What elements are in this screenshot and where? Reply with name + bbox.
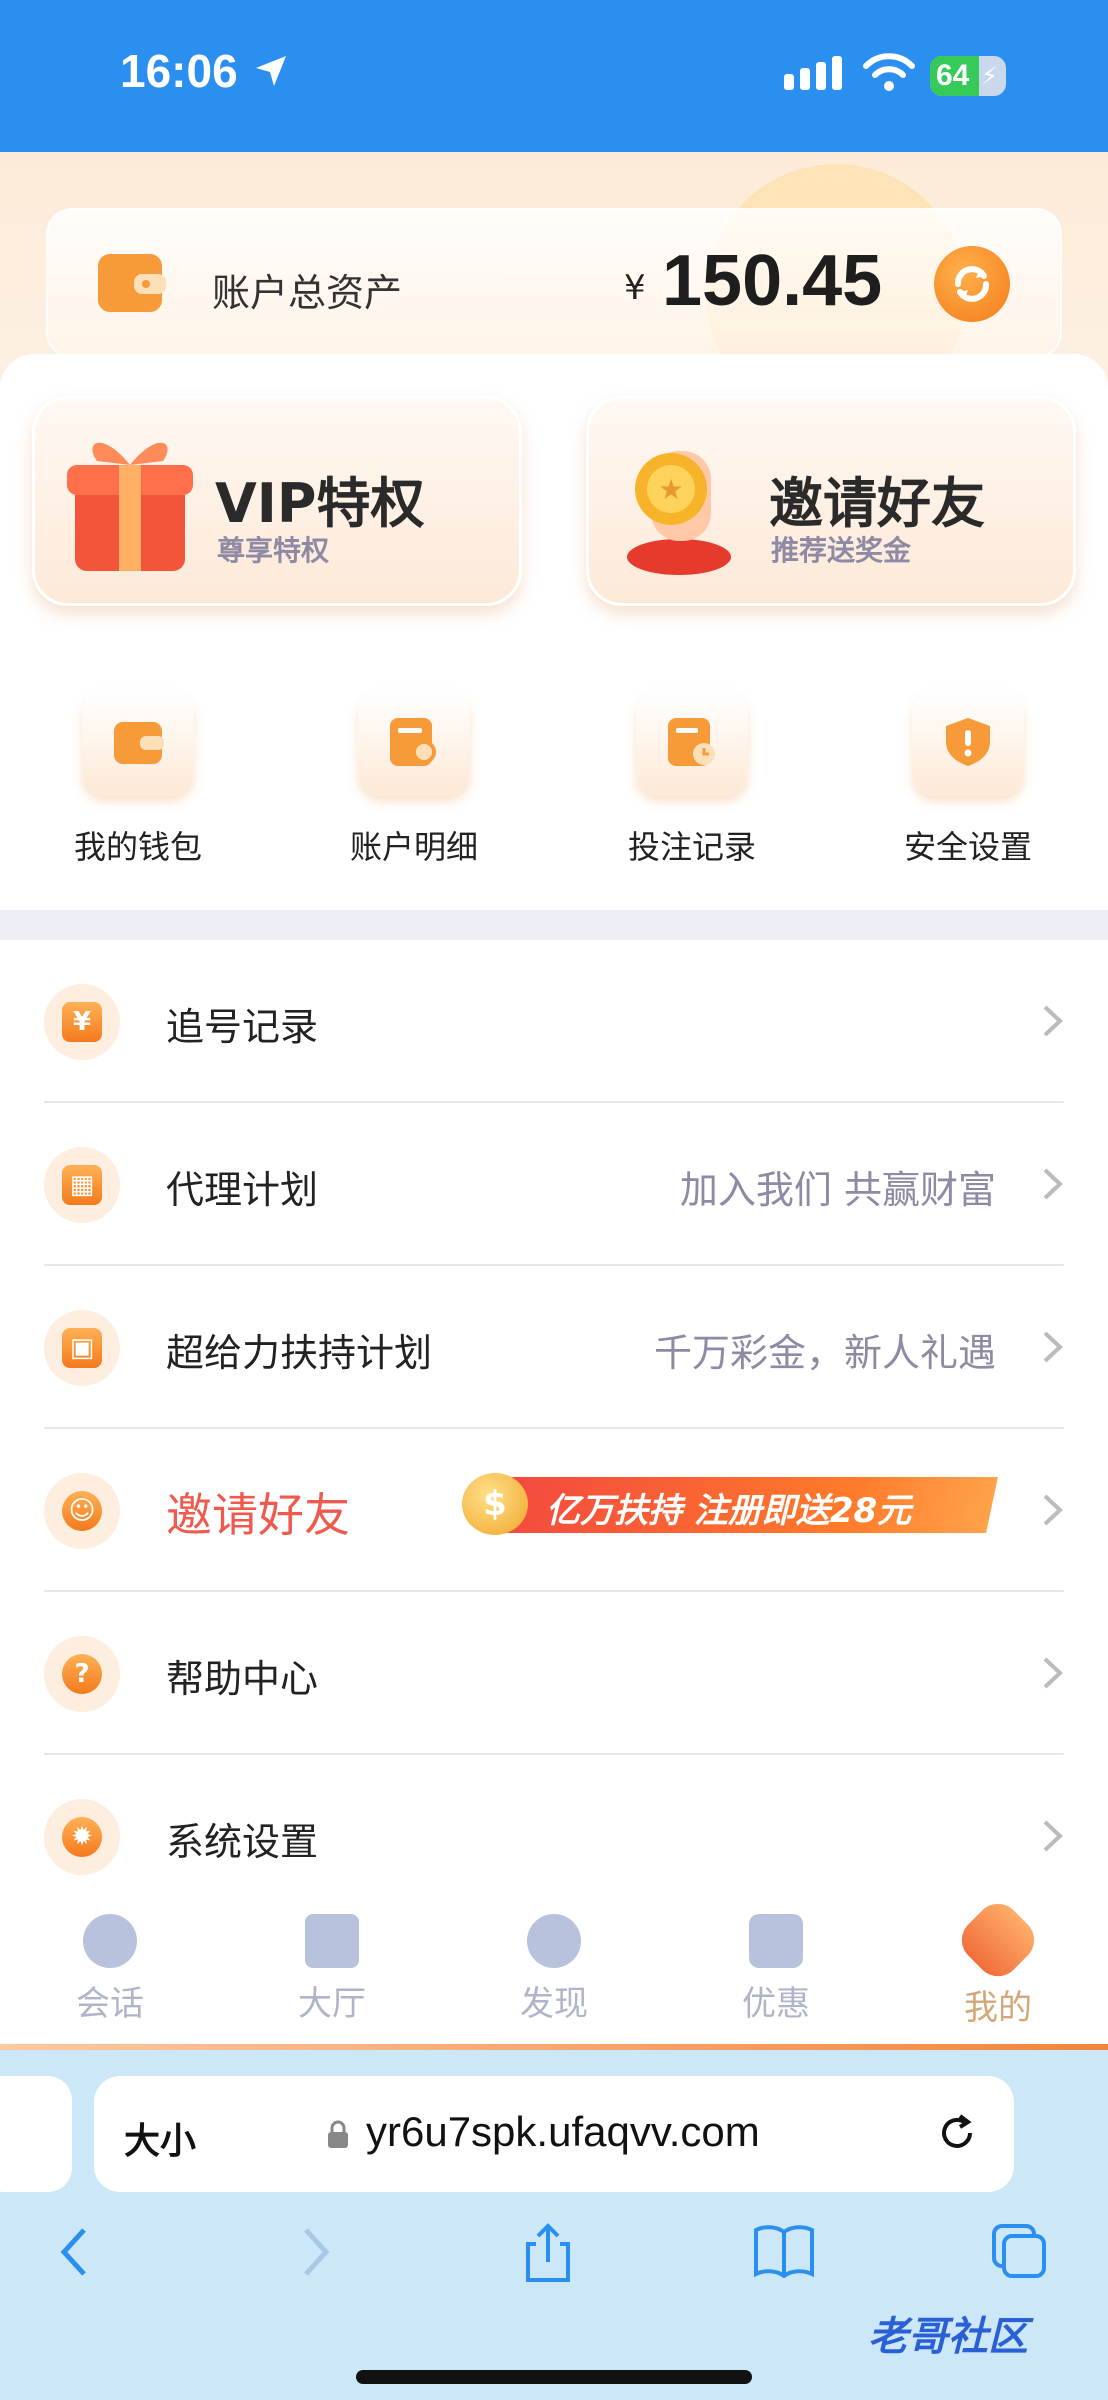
bottom-tab-bar: 会话 大厅 发现 优惠 我的	[0, 1894, 1108, 2050]
chevron-right-icon	[1043, 1820, 1063, 1852]
invite-friends-card[interactable]: ★ 邀请好友 推荐送奖金	[586, 396, 1076, 606]
menu-item-label: 追号记录	[166, 1005, 319, 1049]
yen-clipboard-icon: ¥	[44, 984, 120, 1060]
invite-banner-text: 亿万扶持 注册即送28元	[546, 1491, 912, 1531]
chevron-right-icon	[1043, 1168, 1063, 1200]
location-arrow-icon	[256, 56, 286, 86]
menu-item-help-center[interactable]: ? 帮助中心	[0, 1592, 1108, 1755]
main-panel: VIP特权 尊享特权 ★ 邀请好友 推荐送奖金 我的钱包 账户明细 投注记录 安…	[0, 354, 1108, 910]
invite-promo-banner[interactable]: $ 亿万扶持 注册即送28元	[462, 1473, 1002, 1535]
vip-subtitle: 尊享特权	[217, 534, 330, 567]
menu-item-invite-friends[interactable]: ☺ 邀请好友 $ 亿万扶持 注册即送28元	[0, 1429, 1108, 1592]
status-bar: 16:06 64 ⚡	[0, 0, 1108, 152]
total-assets-label: 账户总资产	[212, 271, 403, 315]
user-icon	[952, 1894, 1044, 1986]
qr-code-icon: ▦	[44, 1147, 120, 1223]
share-icon[interactable]	[522, 2222, 574, 2284]
refresh-icon	[955, 266, 989, 302]
menu-item-hint: 加入我们 共赢财富	[679, 1168, 996, 1212]
battery-level: 64	[936, 59, 970, 92]
tab-offers[interactable]: 优惠	[696, 1914, 856, 2025]
wallet-icon	[114, 722, 164, 764]
menu-item-label: 超给力扶持计划	[166, 1331, 433, 1375]
currency-symbol: ¥	[624, 268, 646, 308]
search-document-icon	[390, 718, 436, 766]
menu-item-label: 帮助中心	[166, 1657, 319, 1701]
svg-text:★: ★	[658, 473, 683, 506]
account-details-button[interactable]: 账户明细	[314, 690, 514, 868]
forward-icon[interactable]	[296, 2222, 336, 2282]
status-time: 16:06	[120, 45, 238, 97]
menu-list: ¥ 追号记录 ▦ 代理计划 加入我们 共赢财富 ▣ 超给力扶持计划 千万彩金，新…	[0, 940, 1108, 1918]
gift-icon: ▣	[44, 1310, 120, 1386]
total-assets-card: 账户总资产 ¥ 150.45	[46, 208, 1062, 358]
compass-icon	[527, 1914, 581, 1968]
tab-label: 优惠	[742, 1984, 810, 2024]
bookmarks-icon[interactable]	[752, 2222, 816, 2278]
record-clock-icon	[668, 718, 715, 766]
text-size-button[interactable]: 大小	[124, 2112, 196, 2164]
tab-chat[interactable]: 会话	[30, 1914, 190, 2025]
bet-records-button[interactable]: 投注记录	[592, 690, 792, 868]
menu-item-label: 代理计划	[166, 1168, 319, 1212]
tab-label: 会话	[76, 1984, 144, 2024]
total-assets-amount: 150.45	[662, 241, 883, 321]
dollar-coin-icon: $	[462, 1473, 528, 1535]
tab-mine[interactable]: 我的	[918, 1894, 1078, 2029]
vip-privilege-card[interactable]: VIP特权 尊享特权	[32, 396, 522, 606]
url-text: yr6u7spk.ufaqvv.com	[366, 2108, 760, 2155]
tab-label: 发现	[520, 1984, 588, 2024]
bank-icon	[305, 1914, 359, 1968]
yen-ticket-icon	[749, 1914, 803, 1968]
lock-icon	[328, 2120, 348, 2148]
tab-lobby[interactable]: 大厅	[252, 1914, 412, 2025]
menu-item-label: 系统设置	[166, 1820, 319, 1864]
home-indicator	[356, 2370, 752, 2384]
vip-title: VIP特权	[215, 472, 425, 535]
gear-icon: ✹	[44, 1799, 120, 1875]
my-wallet-button[interactable]: 我的钱包	[38, 690, 238, 868]
refresh-button[interactable]	[934, 246, 1010, 322]
menu-item-support-plan[interactable]: ▣ 超给力扶持计划 千万彩金，新人礼遇	[0, 1266, 1108, 1429]
chevron-right-icon	[1043, 1494, 1063, 1526]
menu-item-agent-plan[interactable]: ▦ 代理计划 加入我们 共赢财富	[0, 1103, 1108, 1266]
security-settings-button[interactable]: 安全设置	[868, 690, 1068, 868]
menu-item-label: 邀请好友	[166, 1488, 350, 1542]
chevron-right-icon	[1043, 1331, 1063, 1363]
chevron-right-icon	[1043, 1657, 1063, 1689]
invite-title: 邀请好友	[769, 472, 985, 535]
chat-icon	[83, 1914, 137, 1968]
tab-label: 我的	[964, 1988, 1032, 2028]
address-bar[interactable]: 大小 yr6u7spk.ufaqvv.com	[94, 2076, 1014, 2192]
help-icon: ?	[44, 1636, 120, 1712]
account-details-label: 账户明细	[349, 828, 478, 866]
menu-item-hint: 千万彩金，新人礼遇	[653, 1331, 996, 1375]
wallet-icon	[98, 254, 166, 312]
security-settings-label: 安全设置	[903, 828, 1032, 866]
charging-bolt-icon: ⚡	[981, 62, 998, 90]
battery-indicator: 64 ⚡	[930, 56, 1006, 96]
my-wallet-label: 我的钱包	[73, 828, 202, 866]
tab-discover[interactable]: 发现	[474, 1914, 634, 2025]
chevron-right-icon	[1043, 1005, 1063, 1037]
gift-box-icon	[67, 442, 193, 571]
shield-icon	[946, 718, 990, 766]
tabs-icon[interactable]	[990, 2222, 1048, 2280]
menu-item-system-settings[interactable]: ✹ 系统设置	[0, 1755, 1108, 1918]
coin-hand-icon: ★	[627, 451, 731, 575]
reload-icon[interactable]	[934, 2110, 980, 2156]
section-divider	[0, 910, 1108, 940]
bet-records-label: 投注记录	[627, 828, 756, 866]
users-icon: ☺	[44, 1473, 120, 1549]
wifi-icon	[863, 53, 915, 91]
watermark-logo: 老哥社区	[868, 2314, 1028, 2360]
tab-label: 大厅	[298, 1984, 366, 2024]
back-icon[interactable]	[54, 2222, 94, 2282]
cellular-signal-icon	[784, 56, 842, 90]
previous-tab-preview[interactable]	[0, 2076, 72, 2192]
invite-subtitle: 推荐送奖金	[771, 534, 912, 567]
menu-item-chase-records[interactable]: ¥ 追号记录	[0, 940, 1108, 1103]
